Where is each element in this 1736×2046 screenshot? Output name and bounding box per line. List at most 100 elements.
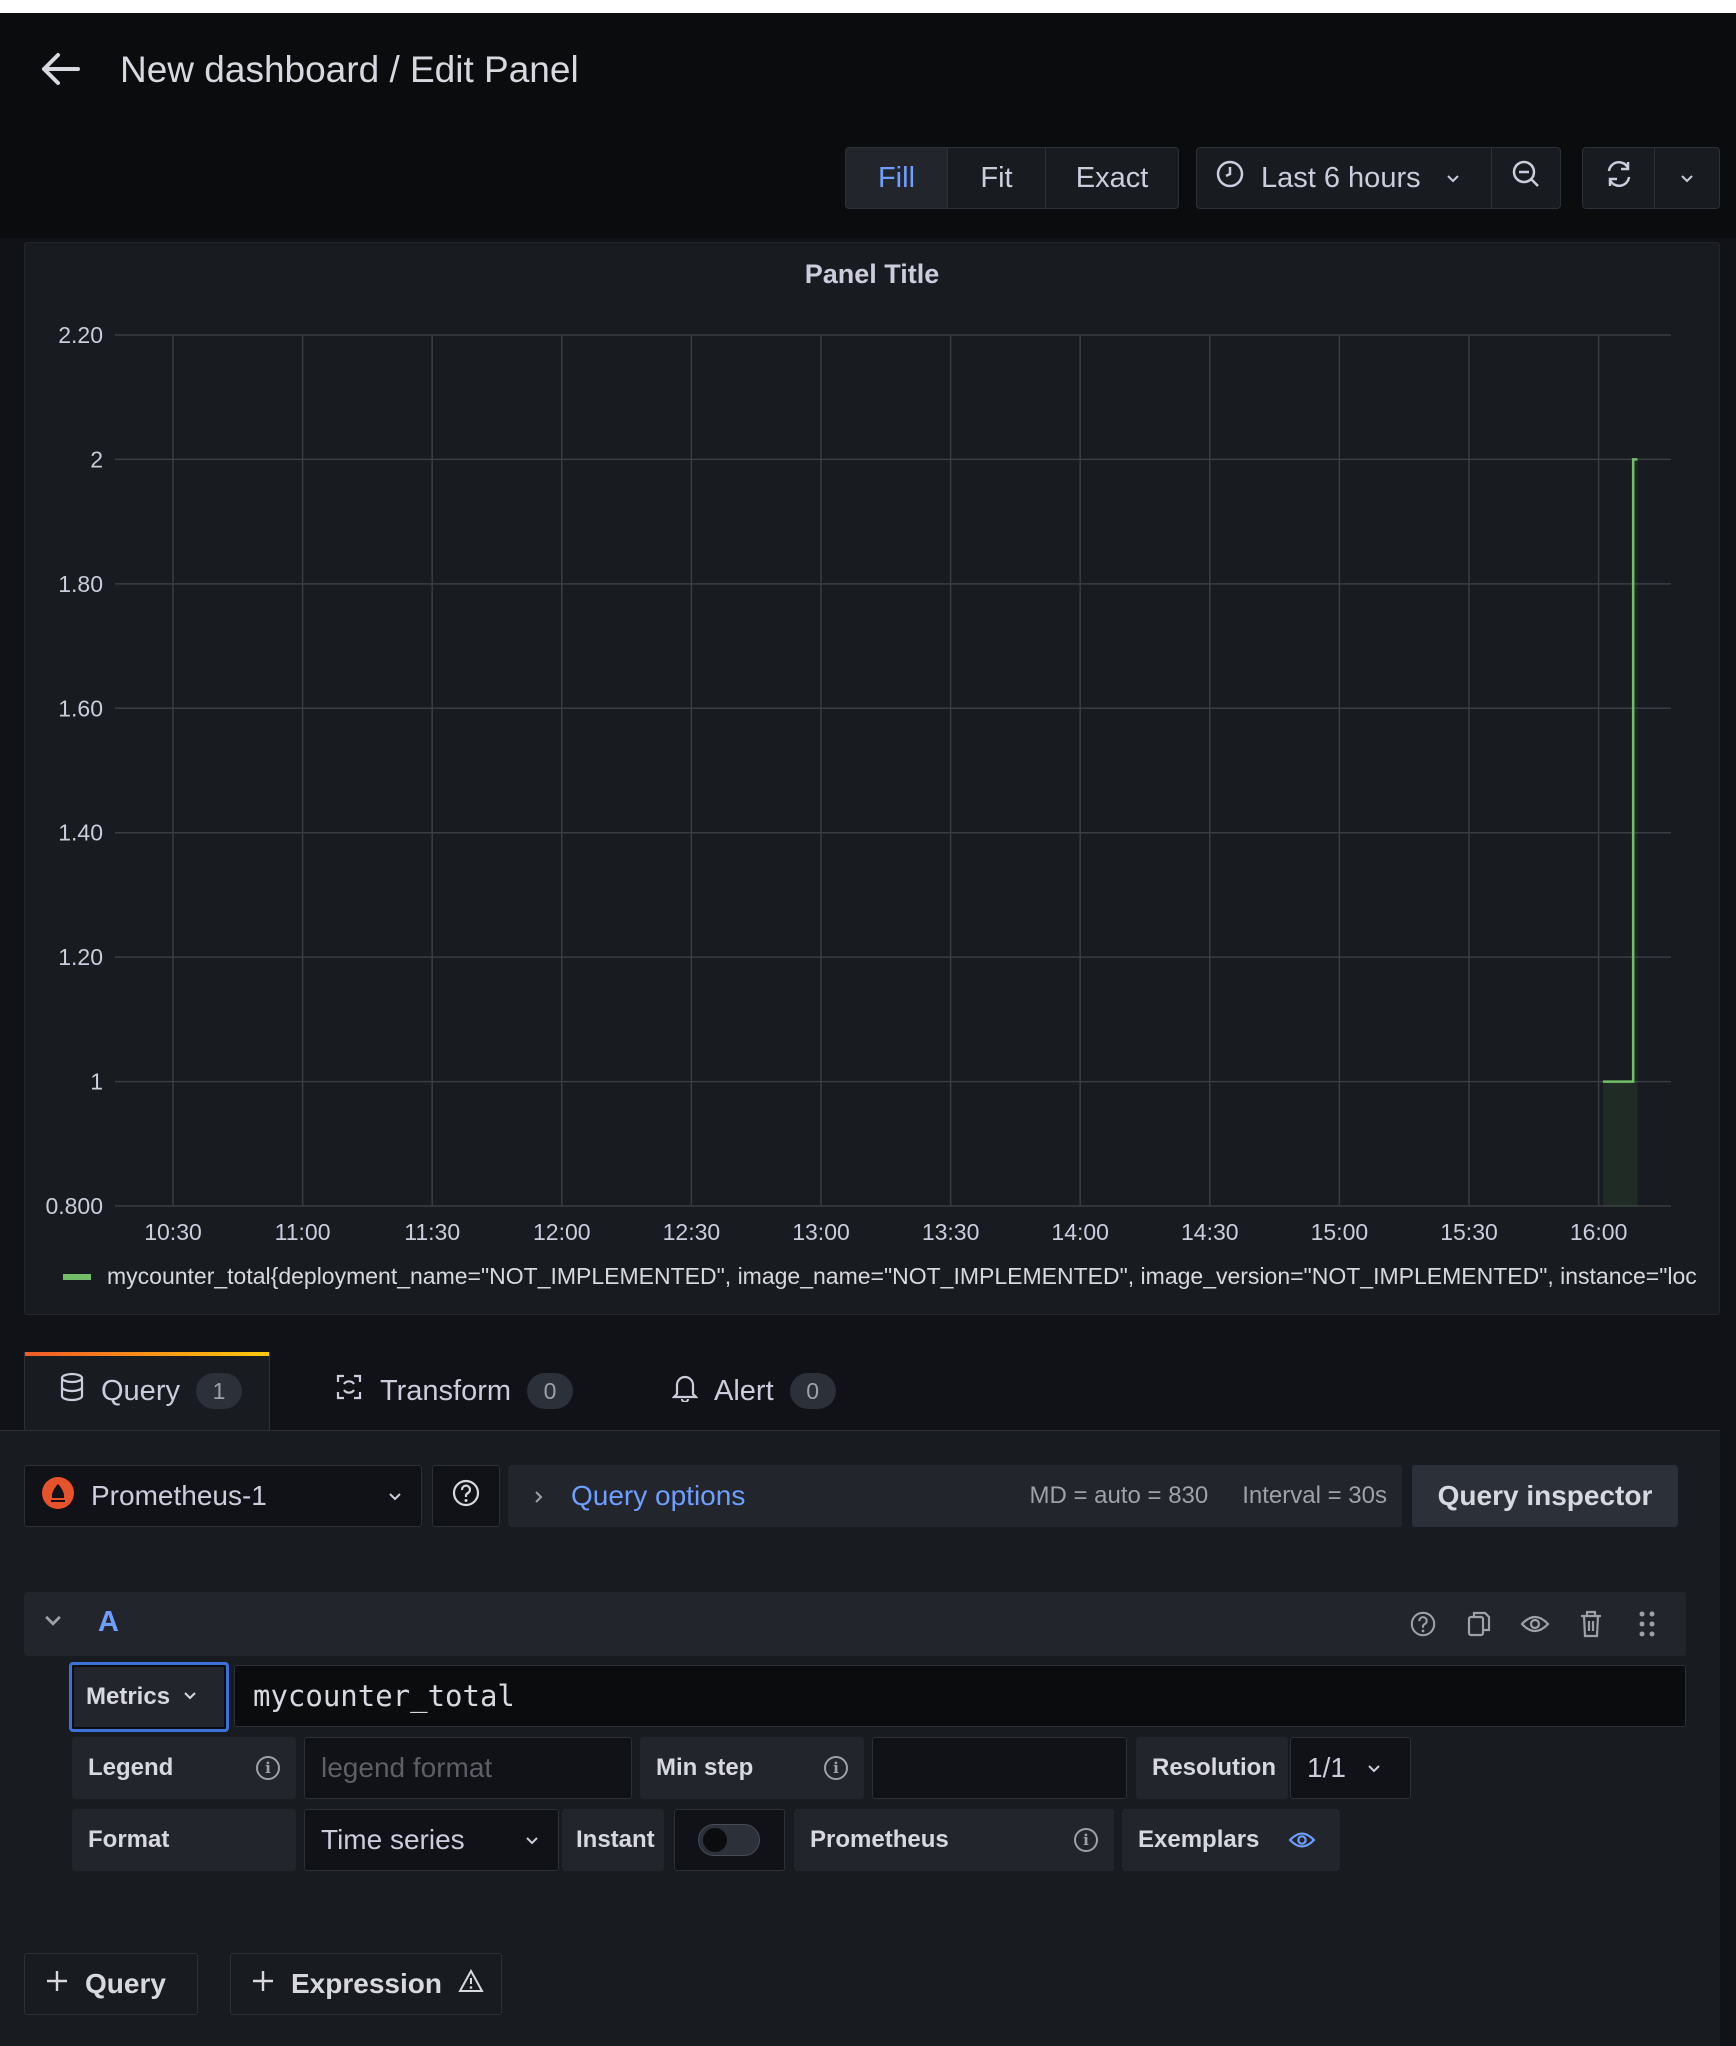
y-tick-label: 1.40 [58,820,103,846]
promql-query-input[interactable]: mycounter_total [234,1665,1686,1727]
add-query-button[interactable]: Query [24,1953,198,2015]
fill-button[interactable]: Fill [845,147,948,209]
info-icon[interactable]: i [256,1756,280,1780]
chevron-down-icon [524,1824,540,1856]
tab-transform[interactable]: Transform 0 [334,1352,574,1430]
y-tick-label: 1.60 [58,695,103,721]
fit-button[interactable]: Fit [947,147,1046,209]
resolution-select[interactable]: 1/1 [1290,1737,1411,1799]
resolution-field-label: Resolution [1136,1737,1288,1799]
metrics-browser-button[interactable]: Metrics [69,1662,229,1732]
tab-alert-count: 0 [789,1373,836,1409]
eye-icon[interactable] [1518,1606,1552,1642]
prometheus-label-text: Prometheus [810,1826,949,1853]
format-select[interactable]: Time series [304,1809,559,1871]
min-step-field-label: Min step i [640,1737,864,1799]
x-tick-label: 12:30 [663,1219,721,1245]
x-tick-label: 13:30 [922,1219,980,1245]
drag-handle-icon[interactable] [1630,1606,1664,1642]
prometheus-field-label: Prometheus i [794,1809,1114,1871]
zoom-out-icon [1510,158,1542,198]
legend-format-input[interactable]: legend format [304,1737,632,1799]
datasource-picker[interactable]: Prometheus-1 [24,1465,422,1527]
exemplars-label-text: Exemplars [1138,1826,1260,1853]
chevron-down-icon [387,1480,403,1512]
query-ref-id[interactable]: A [98,1606,119,1639]
chevron-right-icon [531,1480,547,1512]
time-range-picker[interactable]: Last 6 hours [1196,147,1492,209]
query-options-bar[interactable]: Query options MD = auto = 830 Interval =… [508,1465,1402,1527]
exemplars-eye-icon[interactable] [1288,1829,1316,1851]
datasource-help-button[interactable] [432,1465,500,1527]
tab-query[interactable]: Query 1 [24,1352,270,1430]
query-options-label[interactable]: Query options [571,1480,745,1512]
window-top-strip [0,0,1736,13]
time-range-label: Last 6 hours [1261,161,1421,194]
tab-transform-label: Transform [380,1374,512,1407]
exact-button[interactable]: Exact [1045,147,1179,209]
min-step-input[interactable] [872,1737,1127,1799]
x-tick-label: 16:00 [1570,1219,1628,1245]
zoom-out-button[interactable] [1491,147,1561,209]
warning-icon [458,1968,484,2000]
chevron-down-icon [1445,162,1461,195]
graph-panel: Panel Title 0.800 1 1.20 1.40 1.60 1.80 2 2.20 1… [24,242,1720,1315]
x-tick-label: 13:00 [792,1219,850,1245]
x-tick-label: 14:30 [1181,1219,1239,1245]
x-tick-label: 15:00 [1311,1219,1369,1245]
instant-toggle[interactable] [698,1824,760,1856]
max-data-points: MD = auto = 830 [1029,1482,1209,1509]
y-tick-label: 1.20 [58,944,103,970]
tab-transform-count: 0 [527,1373,574,1409]
query-inspector-button[interactable]: Query inspector [1412,1465,1678,1527]
chevron-down-icon [182,1683,198,1711]
y-tick-label: 2 [90,446,103,472]
x-tick-label: 11:00 [275,1219,331,1245]
y-tick-label: 0.800 [45,1193,103,1219]
page-header: New dashboard / Edit Panel [0,13,1736,123]
query-row-header: A [24,1592,1686,1656]
bell-icon [671,1372,699,1410]
legend-format-placeholder: legend format [321,1752,493,1783]
legend-swatch [63,1273,91,1280]
info-icon[interactable]: i [1074,1828,1098,1852]
info-icon[interactable]: i [824,1756,848,1780]
clock-icon [1215,159,1245,197]
duplicate-icon[interactable] [1462,1606,1496,1642]
plus-icon [251,1968,275,2000]
metrics-label: Metrics [86,1683,171,1710]
y-tick-label: 1.80 [58,571,103,597]
y-tick-label: 1 [90,1069,103,1095]
trash-icon[interactable] [1574,1606,1608,1642]
plus-icon [45,1968,69,2000]
y-tick-label: 2.20 [58,322,103,348]
refresh-interval-dropdown[interactable] [1654,147,1720,209]
add-expression-label: Expression [291,1968,442,1999]
back-arrow-icon[interactable] [38,47,82,91]
legend-label-text: Legend [88,1754,174,1781]
chevron-down-icon[interactable] [42,1610,64,1637]
prometheus-logo-icon [41,1476,75,1517]
refresh-button[interactable] [1582,147,1655,209]
legend-series-label[interactable]: mycounter_total{deployment_name="NOT_IMP… [107,1263,1697,1290]
series-line [1602,458,1638,1083]
help-icon [451,1478,481,1515]
format-value: Time series [321,1824,465,1855]
exemplars-field-label: Exemplars [1122,1809,1340,1871]
refresh-icon [1602,157,1636,199]
tab-alert-label: Alert [714,1374,774,1407]
x-tick-label: 14:00 [1051,1219,1109,1245]
chart-legend: mycounter_total{deployment_name="NOT_IMP… [63,1263,1713,1290]
add-expression-button[interactable]: Expression [230,1953,502,2015]
tab-query-label: Query [101,1374,180,1407]
tab-query-count: 1 [195,1373,242,1409]
datasource-name: Prometheus-1 [91,1480,267,1511]
chevron-down-icon [1366,1752,1382,1784]
x-tick-label: 10:30 [144,1219,202,1245]
min-step-label-text: Min step [656,1754,754,1781]
x-tick-label: 11:30 [404,1219,460,1245]
tab-alert[interactable]: Alert 0 [671,1352,836,1430]
chevron-down-icon [1679,162,1695,195]
help-icon[interactable] [1406,1606,1440,1642]
format-field-label: Format [72,1809,296,1871]
